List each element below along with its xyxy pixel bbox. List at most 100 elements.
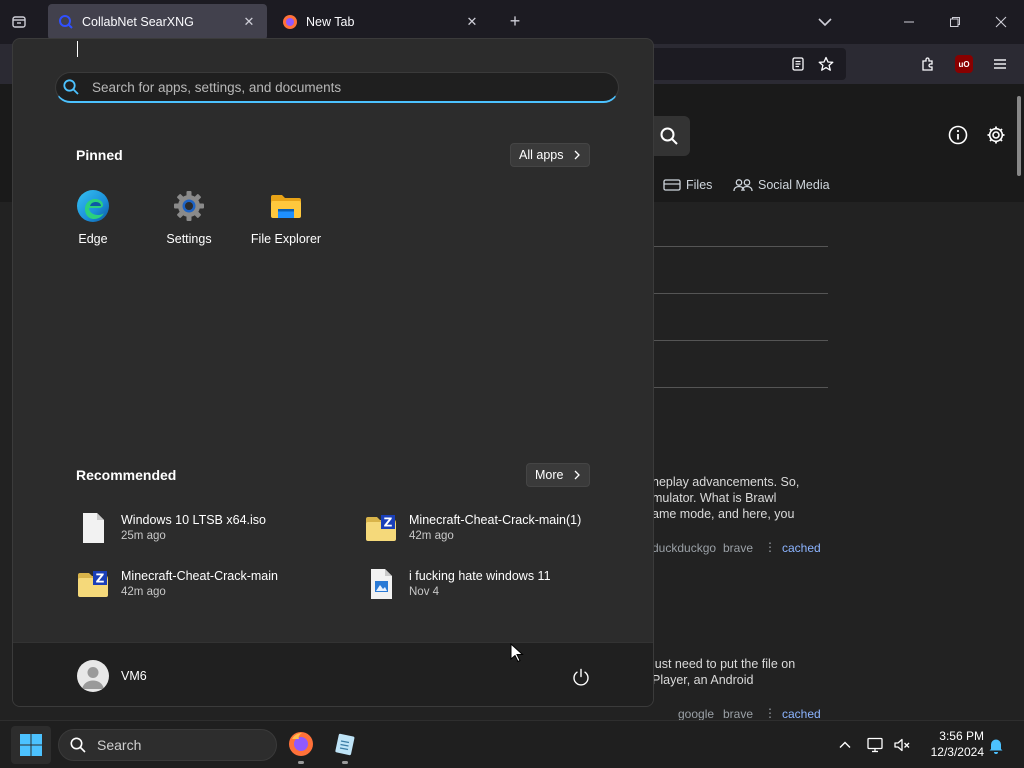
search-submit-button[interactable] — [648, 116, 690, 156]
recommended-item[interactable]: Z Minecraft-Cheat-Crack-main(1) 42m ago — [364, 508, 581, 548]
speaker-muted-icon[interactable] — [892, 735, 912, 755]
windows-logo-icon — [20, 734, 42, 756]
result-snippet-line: just need to put the file on — [652, 657, 796, 671]
result-snippet-line: mulator. What is Brawl — [652, 491, 777, 505]
settings-gear-icon[interactable] — [985, 124, 1007, 146]
recommended-item[interactable]: Z Minecraft-Cheat-Crack-main 42m ago — [76, 564, 278, 604]
zip-folder-icon: Z — [366, 515, 396, 541]
recommended-item-time: 42m ago — [409, 530, 454, 542]
pinned-app-label: Edge — [78, 232, 108, 246]
category-label: Files — [686, 178, 713, 192]
pinned-app-label: File Explorer — [250, 232, 322, 246]
meta-separator: ⋮ — [764, 540, 776, 554]
clock-time: 3:56 PM — [939, 729, 984, 743]
zip-folder-icon: Z — [78, 571, 108, 597]
taskbar: Search 3:56 PM 12/3/2024 — [0, 720, 1024, 768]
chevron-right-icon — [575, 470, 581, 480]
recommended-item[interactable]: i fucking hate windows 11 Nov 4 — [364, 564, 551, 604]
user-avatar[interactable] — [77, 660, 109, 692]
result-divider — [648, 340, 828, 341]
mouse-cursor-icon — [510, 643, 524, 663]
tab-new-tab[interactable]: New Tab ✕ — [272, 4, 490, 40]
folder-icon — [271, 195, 301, 218]
result-engine: brave — [723, 541, 754, 555]
all-apps-label: All apps — [519, 148, 564, 162]
running-indicator — [298, 761, 304, 764]
bookmark-star-icon[interactable] — [816, 54, 836, 74]
svg-text:Z: Z — [96, 572, 105, 586]
page-scrollbar[interactable] — [1017, 96, 1021, 176]
search-icon — [63, 79, 79, 95]
user-avatar-icon — [82, 667, 104, 689]
recommended-item-time: Nov 4 — [409, 586, 440, 598]
recommended-item-name: Minecraft-Cheat-Crack-main — [121, 569, 278, 583]
recommended-item-time: 25m ago — [121, 530, 166, 542]
start-menu: Pinned All apps Edge — [12, 38, 654, 707]
result-engine: brave — [723, 707, 754, 721]
more-button[interactable]: More — [526, 463, 591, 487]
category-label: Social Media — [758, 178, 830, 192]
all-apps-button[interactable]: All apps — [510, 143, 591, 167]
reader-view-icon[interactable] — [788, 54, 808, 74]
taskbar-firefox[interactable] — [286, 729, 316, 759]
pinned-app-file-explorer[interactable]: File Explorer — [241, 189, 331, 246]
tab-collabnet-searxng[interactable]: CollabNet SearXNG ✕ — [48, 4, 267, 40]
show-hidden-icons-chevron-up-icon[interactable] — [835, 735, 855, 755]
chevron-right-icon — [575, 150, 581, 160]
result-divider — [648, 387, 828, 388]
network-monitor-icon[interactable] — [866, 735, 886, 755]
info-icon[interactable] — [947, 124, 969, 146]
search-icon — [70, 737, 86, 753]
taskbar-search-label: Search — [97, 737, 142, 753]
tab-close-icon[interactable]: ✕ — [239, 12, 259, 32]
minimize-icon[interactable] — [897, 10, 921, 34]
chevron-down-icon[interactable] — [816, 13, 834, 31]
power-icon[interactable] — [571, 667, 591, 687]
firefox-favicon-icon — [283, 15, 297, 29]
svg-text:Z: Z — [384, 516, 393, 530]
result-engine: google — [678, 707, 715, 721]
recommended-item-name: Minecraft-Cheat-Crack-main(1) — [409, 513, 582, 527]
edge-icon — [77, 190, 109, 222]
result-engine: duckduckgo — [652, 541, 717, 555]
recommended-item-name: Windows 10 LTSB x64.iso — [121, 513, 266, 527]
category-tab-files[interactable]: Files — [663, 178, 712, 192]
recommended-item[interactable]: Windows 10 LTSB x64.iso 25m ago — [76, 508, 266, 548]
extensions-puzzle-icon[interactable] — [918, 54, 938, 74]
start-search-input[interactable] — [92, 79, 618, 95]
recommended-section-title: Recommended — [76, 467, 177, 483]
tab-title: New Tab — [306, 15, 355, 29]
pinned-app-settings[interactable]: Settings — [144, 189, 234, 246]
restore-icon[interactable] — [943, 10, 967, 34]
start-search-box[interactable] — [55, 72, 619, 103]
meta-separator: ⋮ — [764, 706, 776, 720]
result-divider — [648, 246, 828, 247]
hamburger-menu-icon[interactable] — [990, 54, 1010, 74]
result-snippet-line: ame mode, and here, you — [652, 507, 795, 521]
start-menu-footer: VM6 — [13, 642, 653, 706]
firefox-icon — [289, 732, 313, 756]
cached-link[interactable]: cached — [782, 707, 821, 721]
result-snippet-line: neplay advancements. So, — [652, 475, 800, 489]
ublock-origin-icon[interactable]: uO — [955, 55, 973, 73]
recommended-item-name: i fucking hate windows 11 — [409, 569, 551, 583]
start-button[interactable] — [11, 726, 51, 764]
clock-date: 12/3/2024 — [930, 745, 984, 759]
list-all-tabs-icon[interactable] — [8, 11, 30, 33]
searxng-favicon-icon — [59, 15, 73, 29]
text-caret — [77, 41, 78, 57]
image-file-icon — [371, 569, 392, 599]
notification-bell-icon[interactable] — [986, 735, 1006, 755]
taskbar-search-box[interactable]: Search — [58, 729, 277, 761]
new-tab-plus-icon[interactable]: + — [505, 12, 525, 32]
close-window-icon[interactable] — [989, 10, 1013, 34]
taskbar-clock[interactable]: 3:56 PM 12/3/2024 — [920, 728, 984, 760]
tab-close-icon[interactable]: ✕ — [462, 12, 482, 32]
settings-gear-icon — [174, 191, 204, 221]
pinned-app-edge[interactable]: Edge — [48, 189, 138, 246]
cached-link[interactable]: cached — [782, 541, 821, 555]
file-icon — [83, 513, 104, 543]
taskbar-notepad[interactable] — [330, 729, 360, 759]
search-icon — [660, 127, 678, 145]
category-tab-social-media[interactable]: Social Media — [733, 178, 830, 192]
